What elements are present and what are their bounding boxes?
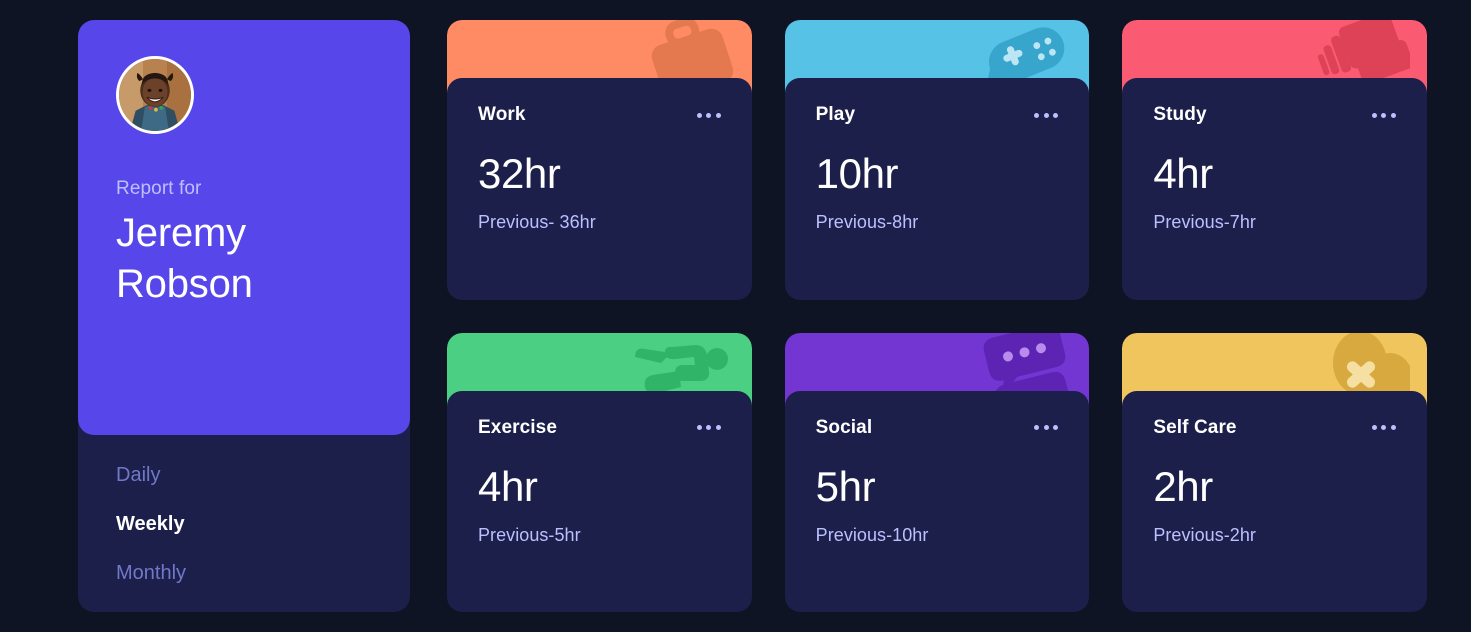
card-body-social: Social 5hr Previous-10hr bbox=[784, 390, 1090, 612]
card-hours-social: 5hr bbox=[815, 462, 876, 510]
activity-card-self-care[interactable]: Self Care 2hr Previous-2hr bbox=[1122, 332, 1427, 612]
card-hours-study: 4hr bbox=[1153, 150, 1213, 197]
card-previous-self-care: Previous-2hr bbox=[1153, 524, 1256, 545]
sidebar-item-daily[interactable]: Daily bbox=[116, 465, 372, 485]
card-previous-work: Previous- 36hr bbox=[478, 212, 596, 232]
activity-card-grid: Work 32hr Previous- 36hr Play 10hr Previ… bbox=[447, 20, 1427, 612]
ellipsis-icon[interactable] bbox=[687, 420, 721, 435]
ellipsis-icon[interactable] bbox=[1024, 108, 1059, 123]
card-title-exercise: Exercise bbox=[478, 416, 557, 438]
card-title-self-care: Self Care bbox=[1153, 416, 1237, 438]
card-title-social: Social bbox=[815, 416, 873, 438]
ellipsis-icon[interactable] bbox=[687, 108, 721, 123]
page-title: Jeremy Robson bbox=[116, 211, 253, 307]
card-title-work: Work bbox=[478, 104, 526, 125]
activity-card-work[interactable]: Work 32hr Previous- 36hr bbox=[447, 20, 752, 300]
card-body-exercise: Exercise 4hr Previous-5hr bbox=[447, 390, 752, 612]
card-body-play: Play 10hr Previous-8hr bbox=[784, 78, 1090, 300]
card-previous-social: Previous-10hr bbox=[815, 524, 929, 545]
avatar-image bbox=[119, 59, 191, 131]
card-body-work: Work 32hr Previous- 36hr bbox=[447, 78, 752, 300]
ellipsis-icon[interactable] bbox=[1024, 420, 1059, 435]
card-hours-exercise: 4hr bbox=[478, 462, 538, 510]
sidebar-item-monthly[interactable]: Monthly bbox=[116, 563, 372, 583]
card-hours-self-care: 2hr bbox=[1153, 462, 1213, 510]
activity-card-exercise[interactable]: Exercise 4hr Previous-5hr bbox=[447, 332, 752, 612]
profile-card: Report for Jeremy Robson bbox=[78, 20, 410, 435]
activity-card-study[interactable]: Study 4hr Previous-7hr bbox=[1122, 20, 1427, 300]
timeframe-nav: Daily Weekly Monthly bbox=[78, 435, 410, 612]
card-body-study: Study 4hr Previous-7hr bbox=[1122, 78, 1427, 300]
card-hours-play: 10hr bbox=[815, 150, 899, 197]
ellipsis-icon[interactable] bbox=[1362, 108, 1396, 123]
report-for-label: Report for bbox=[116, 178, 202, 199]
ellipsis-icon[interactable] bbox=[1362, 420, 1396, 435]
sidebar-item-weekly[interactable]: Weekly bbox=[116, 514, 372, 534]
activity-card-play[interactable]: Play 10hr Previous-8hr bbox=[784, 20, 1090, 300]
card-previous-exercise: Previous-5hr bbox=[478, 524, 581, 545]
activity-card-social[interactable]: Social 5hr Previous-10hr bbox=[784, 332, 1090, 612]
card-title-play: Play bbox=[815, 104, 856, 125]
card-body-self-care: Self Care 2hr Previous-2hr bbox=[1122, 390, 1427, 612]
sidebar: Report for Jeremy Robson Daily Weekly Mo… bbox=[78, 20, 410, 612]
card-previous-play: Previous-8hr bbox=[815, 212, 919, 232]
card-previous-study: Previous-7hr bbox=[1153, 212, 1256, 232]
avatar bbox=[116, 56, 194, 134]
card-title-study: Study bbox=[1153, 104, 1207, 125]
time-tracking-dashboard: Report for Jeremy Robson Daily Weekly Mo… bbox=[0, 0, 1471, 632]
card-hours-work: 32hr bbox=[478, 150, 561, 197]
